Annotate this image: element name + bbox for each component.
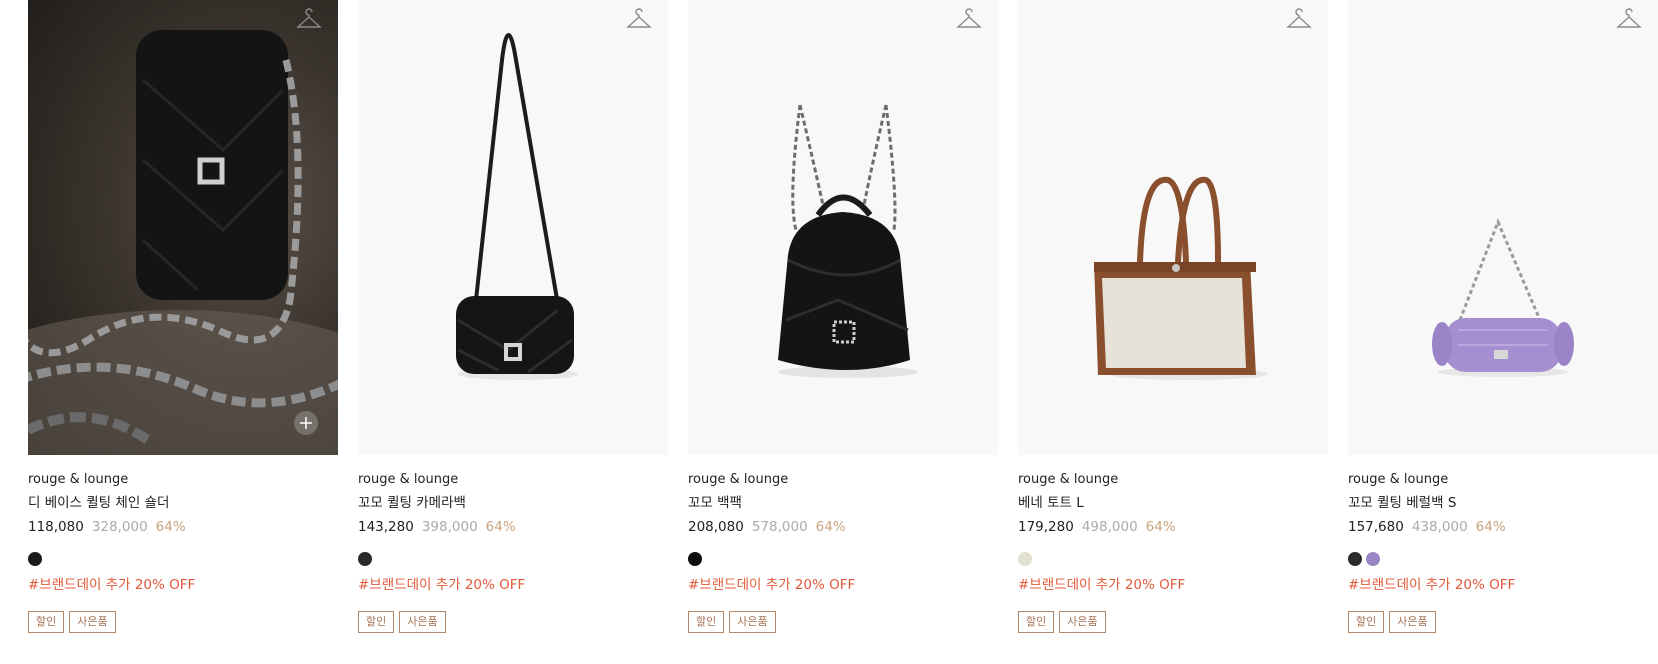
tote-bag-image (1094, 176, 1268, 380)
brand-name[interactable]: rouge & lounge (358, 471, 668, 489)
sale-price: 143,280 (358, 519, 414, 535)
product-name[interactable]: 베네 토트 L (1018, 494, 1328, 513)
tag-badge: 할인 (688, 611, 725, 633)
tag-badge: 사은품 (69, 611, 116, 633)
quilted-chain-shoulder-bag-image (28, 30, 338, 455)
product-card[interactable]: rouge & lounge 꼬모 백팩 208,080 578,000 64% #… (688, 0, 998, 633)
product-card[interactable]: rouge & lounge 베네 토트 L 179,280 498,000 64%… (1018, 0, 1328, 633)
hanger-icon[interactable] (1286, 8, 1312, 32)
brand-name[interactable]: rouge & lounge (28, 471, 338, 489)
tag-list: 할인 사은품 (688, 611, 998, 633)
brand-name[interactable]: rouge & lounge (1018, 471, 1328, 489)
product-image[interactable] (1348, 0, 1658, 455)
promo-text: #브랜드데이 추가 20% OFF (358, 577, 526, 593)
price-row: 157,680 438,000 64% (1348, 518, 1658, 537)
color-swatch[interactable] (1348, 552, 1362, 566)
backpack-image (778, 104, 918, 378)
sale-price: 157,680 (1348, 519, 1404, 535)
promo-text: #브랜드데이 추가 20% OFF (1348, 577, 1516, 593)
sale-price: 179,280 (1018, 519, 1074, 535)
discount-rate: 64% (1145, 519, 1176, 535)
color-swatches (28, 552, 338, 568)
product-image[interactable] (28, 0, 338, 455)
plus-icon[interactable] (294, 411, 318, 435)
tag-badge: 할인 (358, 611, 395, 633)
promo-text: #브랜드데이 추가 20% OFF (688, 577, 856, 593)
price-row: 143,280 398,000 64% (358, 518, 668, 537)
hanger-icon[interactable] (626, 8, 652, 32)
product-name[interactable]: 디 베이스 퀼팅 체인 숄더 (28, 494, 338, 513)
color-swatches (1018, 552, 1328, 568)
product-image[interactable] (1018, 0, 1328, 455)
product-grid: rouge & lounge 디 베이스 퀼팅 체인 숄더 118,080 328… (0, 0, 1658, 664)
tag-list: 할인 사은품 (28, 611, 338, 633)
discount-rate: 64% (1475, 519, 1506, 535)
product-card[interactable]: rouge & lounge 디 베이스 퀼팅 체인 숄더 118,080 328… (28, 0, 338, 633)
hanger-icon[interactable] (1616, 8, 1642, 32)
price-row: 179,280 498,000 64% (1018, 518, 1328, 537)
promo-text: #브랜드데이 추가 20% OFF (1018, 577, 1186, 593)
barrel-bag-image (1432, 218, 1574, 377)
price-row: 118,080 328,000 64% (28, 518, 338, 537)
tag-badge: 할인 (1348, 611, 1385, 633)
tag-list: 할인 사은품 (1018, 611, 1328, 633)
tag-badge: 사은품 (1389, 611, 1436, 633)
color-swatch[interactable] (688, 552, 702, 566)
color-swatch[interactable] (1018, 552, 1032, 566)
sale-price: 208,080 (688, 519, 744, 535)
promo-text: #브랜드데이 추가 20% OFF (28, 577, 196, 593)
product-image[interactable] (358, 0, 668, 455)
product-card[interactable]: rouge & lounge 꼬모 퀼팅 카메라백 143,280 398,000… (358, 0, 668, 633)
sale-price: 118,080 (28, 519, 84, 535)
original-price: 578,000 (751, 519, 808, 535)
color-swatch[interactable] (1366, 552, 1380, 566)
tag-badge: 사은품 (729, 611, 776, 633)
discount-rate: 64% (155, 519, 186, 535)
hanger-icon[interactable] (956, 8, 982, 32)
hanger-icon[interactable] (296, 8, 322, 32)
product-name[interactable]: 꼬모 백팩 (688, 494, 998, 513)
tag-badge: 사은품 (399, 611, 446, 633)
discount-rate: 64% (815, 519, 846, 535)
brand-name[interactable]: rouge & lounge (1348, 471, 1658, 489)
tag-list: 할인 사은품 (358, 611, 668, 633)
original-price: 398,000 (421, 519, 478, 535)
color-swatches (358, 552, 668, 568)
brand-name[interactable]: rouge & lounge (688, 471, 998, 489)
color-swatches (688, 552, 998, 568)
quilted-camera-bag-image (456, 33, 578, 380)
color-swatches (1348, 552, 1658, 568)
original-price: 498,000 (1081, 519, 1138, 535)
product-image[interactable] (688, 0, 998, 455)
color-swatch[interactable] (28, 552, 42, 566)
product-name[interactable]: 꼬모 퀼팅 베럴백 S (1348, 494, 1658, 513)
product-card[interactable]: rouge & lounge 꼬모 퀼팅 베럴백 S 157,680 438,00… (1348, 0, 1658, 633)
tag-badge: 할인 (28, 611, 65, 633)
tag-list: 할인 사은품 (1348, 611, 1658, 633)
tag-badge: 사은품 (1059, 611, 1106, 633)
original-price: 328,000 (91, 519, 148, 535)
tag-badge: 할인 (1018, 611, 1055, 633)
original-price: 438,000 (1411, 519, 1468, 535)
price-row: 208,080 578,000 64% (688, 518, 998, 537)
product-name[interactable]: 꼬모 퀼팅 카메라백 (358, 494, 668, 513)
color-swatch[interactable] (358, 552, 372, 566)
discount-rate: 64% (485, 519, 516, 535)
